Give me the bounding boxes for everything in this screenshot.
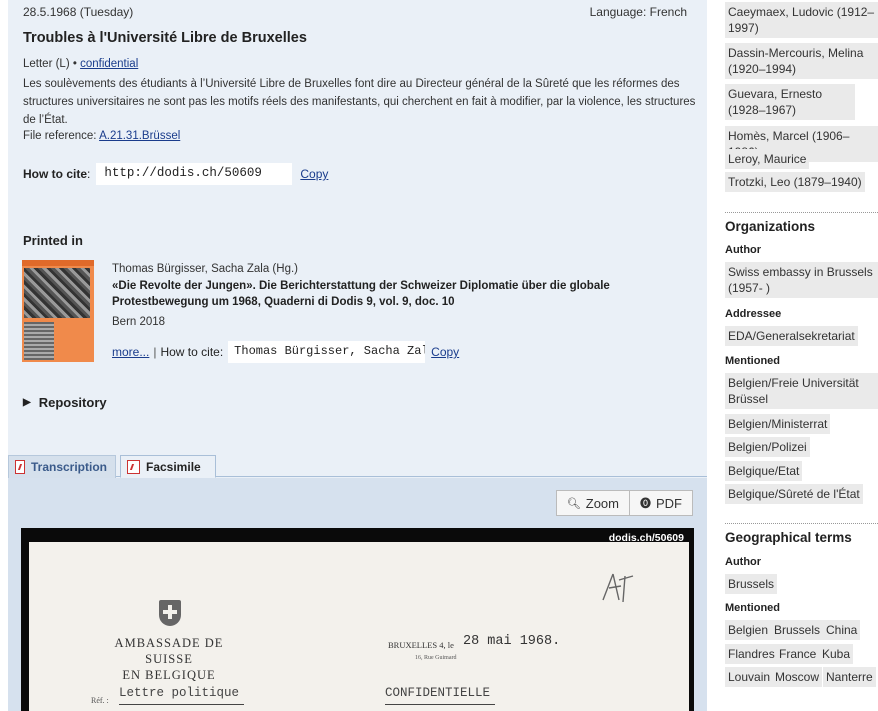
- cite-copy-link[interactable]: Copy: [300, 167, 328, 181]
- file-reference-label: File reference:: [23, 130, 100, 142]
- book-authors: Thomas Bürgisser, Sacha Zala (Hg.): [112, 263, 298, 275]
- org-mentioned-item[interactable]: Belgien/Ministerrat: [725, 414, 831, 434]
- org-addressee-item[interactable]: EDA/Generalsekretariat: [725, 326, 858, 346]
- pdf-button[interactable]: ⓿ PDF: [630, 490, 693, 516]
- person-item[interactable]: Dassin-Mercouris, Melina (1920–1994): [725, 43, 878, 79]
- person-item[interactable]: Trotzki, Leo (1879–1940): [725, 172, 865, 192]
- tab-transcription-label: Transcription: [30, 460, 107, 474]
- ref-label: Réf. :: [91, 696, 109, 705]
- org-mentioned-item[interactable]: Belgien/Polizei: [725, 437, 810, 457]
- pdf-label: PDF: [656, 495, 682, 511]
- geo-mentioned-item[interactable]: France: [776, 644, 820, 664]
- document-panel: 28.5.1968 (Tuesday) Language: French Tro…: [8, 0, 707, 711]
- dodis-stamp: dodis.ch/50609: [608, 532, 684, 544]
- pdf-icon: [127, 459, 140, 474]
- cover-lower-photo: [24, 322, 54, 360]
- org-mentioned-item[interactable]: Belgique/Etat: [725, 461, 803, 481]
- tab-facsimile-label: Facsimile: [146, 459, 201, 474]
- geo-heading: Geographical terms: [725, 530, 852, 545]
- book-place: Bern 2018: [112, 316, 166, 328]
- sidebar: Caeymaex, Ludovic (1912–1997) Dassin-Mer…: [717, 0, 878, 711]
- how-to-cite: How to cite: http://dodis.ch/50609 Copy: [23, 163, 328, 185]
- book-cover-image[interactable]: [22, 260, 94, 362]
- document-type: Letter (L) •: [23, 58, 81, 70]
- book-cite-field[interactable]: Thomas Bürgisser, Sacha Zala: [228, 341, 426, 363]
- document-language: Language: French: [589, 5, 687, 19]
- divider: [725, 523, 878, 524]
- embassy-letterhead: AMBASSADE DE SUISSE EN BELGIQUE: [89, 635, 249, 683]
- cover-strip: [22, 260, 94, 266]
- book-cite-row: more... | How to cite: Thomas Bürgisser,…: [112, 341, 459, 363]
- ref-value: Lettre politique: [119, 686, 244, 705]
- classification-link[interactable]: confidential: [80, 58, 138, 70]
- embassy-line-1: AMBASSADE DE SUISSE: [114, 636, 224, 666]
- viewer-toolbar: 🔍︎ Zoom ⓿ PDF: [555, 490, 693, 516]
- zoom-label: Zoom: [585, 495, 619, 511]
- geo-mentioned-item[interactable]: Belgien: [725, 620, 772, 640]
- cite-label: How to cite: [23, 167, 88, 181]
- facsimile-viewer: 🔍︎ Zoom ⓿ PDF dodis.ch/50609 AMBASSADE DE …: [8, 478, 707, 711]
- cite-colon: :: [87, 167, 91, 181]
- triangle-right-icon: ▶: [23, 397, 31, 408]
- org-author-item[interactable]: Swiss embassy in Brussels (1957- ): [725, 262, 878, 298]
- geo-mentioned-item[interactable]: Moscow: [772, 667, 823, 687]
- book-copy-link[interactable]: Copy: [431, 345, 459, 359]
- document-summary: Les soulèvements des étudiants à l’Unive…: [23, 78, 696, 126]
- person-item[interactable]: Guevara, Ernesto (1928–1967): [725, 84, 855, 120]
- repository-label: Repository: [38, 395, 107, 410]
- signature-mark: [602, 573, 634, 603]
- letter-date: 28 mai 1968.: [463, 634, 561, 649]
- geo-mentioned-item[interactable]: China: [823, 620, 861, 640]
- embassy-line-2: EN BELGIQUE: [122, 668, 216, 682]
- repository-toggle[interactable]: ▶ Repository: [23, 395, 107, 410]
- letter-page: AMBASSADE DE SUISSE EN BELGIQUE Réf. : L…: [29, 542, 689, 711]
- letter-classification: CONFIDENTIELLE: [385, 686, 495, 705]
- letter-street: 16, Rue Guimard: [415, 655, 457, 661]
- tab-transcription[interactable]: Transcription: [8, 455, 116, 478]
- file-reference: File reference: A.21.31.Brüssel: [23, 130, 180, 142]
- book-more-link[interactable]: more...: [112, 345, 149, 359]
- facsimile-image[interactable]: dodis.ch/50609 AMBASSADE DE SUISSE EN BE…: [21, 528, 694, 711]
- document-meta: Letter (L) • confidential: [23, 58, 138, 70]
- swiss-coat-of-arms: [159, 600, 181, 626]
- document-date: 28.5.1968 (Tuesday): [23, 5, 134, 19]
- geo-mentioned-item[interactable]: Kuba: [819, 644, 854, 664]
- cite-url-field[interactable]: http://dodis.ch/50609: [96, 163, 293, 185]
- divider: [725, 212, 878, 213]
- download-icon: ⓿: [640, 498, 651, 510]
- letter-city: BRUXELLES 4, le: [388, 640, 454, 650]
- file-reference-link[interactable]: A.21.31.Brüssel: [99, 130, 180, 142]
- magnifier-icon: 🔍︎: [566, 497, 581, 510]
- geo-mentioned-label: Mentioned: [725, 602, 780, 614]
- printed-in-heading: Printed in: [23, 233, 83, 248]
- geo-mentioned-item[interactable]: Louvain: [725, 667, 774, 687]
- tab-facsimile[interactable]: Facsimile: [120, 455, 216, 478]
- geo-mentioned-item[interactable]: Nanterre: [823, 667, 876, 687]
- geo-author-label: Author: [725, 556, 762, 568]
- book-details: Thomas Bürgisser, Sacha Zala (Hg.) «Die …: [112, 263, 697, 328]
- book-title: «Die Revolte der Jungen». Die Berichters…: [112, 280, 610, 308]
- org-mentioned-item[interactable]: Belgique/Sûreté de l'État: [725, 484, 863, 504]
- zoom-button[interactable]: 🔍︎ Zoom: [555, 490, 630, 516]
- separator: |: [153, 345, 157, 359]
- org-mentioned-label: Mentioned: [725, 355, 780, 367]
- geo-mentioned-item[interactable]: Brussels: [771, 620, 824, 640]
- cover-photo: [24, 268, 90, 318]
- org-mentioned-item[interactable]: Belgien/Freie Universität Brüssel: [725, 373, 878, 409]
- geo-author-item[interactable]: Brussels: [725, 574, 778, 594]
- pdf-icon: [15, 460, 25, 474]
- person-item[interactable]: Leroy, Maurice: [725, 149, 810, 169]
- org-author-label: Author: [725, 244, 762, 256]
- person-item[interactable]: Caeymaex, Ludovic (1912–1997): [725, 2, 878, 38]
- document-title: Troubles à l'Université Libre de Bruxell…: [23, 30, 307, 46]
- book-cite-label: How to cite:: [160, 345, 224, 359]
- geo-mentioned-item[interactable]: Flandres: [725, 644, 778, 664]
- org-addressee-label: Addressee: [725, 308, 782, 320]
- viewer-tabs: Transcription Facsimile: [8, 455, 707, 478]
- organizations-heading: Organizations: [725, 219, 816, 234]
